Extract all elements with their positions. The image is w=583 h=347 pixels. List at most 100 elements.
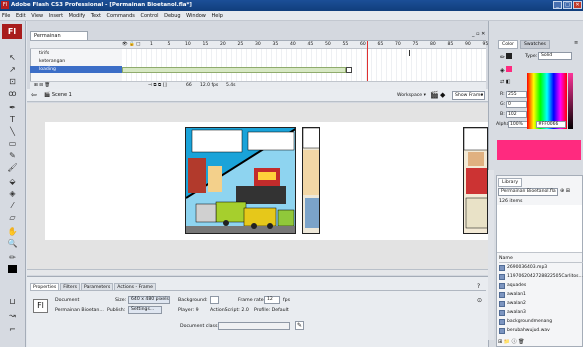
close-icon[interactable]: ✕ (573, 1, 582, 9)
sound-icon (499, 328, 505, 334)
library-footer-icons[interactable]: ⊞ 📁 ⓘ 🗑 (498, 338, 525, 345)
settings-button[interactable]: Settings... (128, 306, 162, 314)
menu-window[interactable]: Window (184, 11, 208, 21)
alpha-input[interactable]: 100% (508, 121, 529, 128)
fill-color-icon[interactable] (6, 265, 19, 275)
library-item[interactable]: backgroundmenang (498, 318, 582, 326)
library-doc-select[interactable]: Permainan Bioetanol.fla (498, 188, 558, 196)
smooth-icon[interactable]: ↝ (6, 311, 19, 321)
frame-grid[interactable] (122, 49, 486, 81)
library-item[interactable]: awalan1 (498, 291, 582, 299)
eyedropper-tool-icon[interactable]: ⁄ (6, 201, 19, 211)
library-item[interactable]: awalan3 (498, 309, 582, 317)
g-input[interactable]: 0 (506, 101, 527, 108)
menu-edit[interactable]: Edit (14, 11, 28, 21)
zoom-select[interactable]: Show Frame ▾ (452, 91, 485, 100)
brush-tool-icon[interactable]: 🖌 (6, 163, 19, 173)
background-color-swatch[interactable] (210, 296, 219, 304)
tab-library[interactable]: Library (498, 178, 523, 187)
swap-colors-icon[interactable]: ⇄ ◧ (500, 79, 511, 85)
edit-scene-icon[interactable]: 🎬 (430, 91, 439, 99)
tab-swatches[interactable]: Swatches (520, 40, 550, 49)
help-icon[interactable]: ? (477, 283, 480, 290)
back-icon[interactable]: ⇦ (31, 91, 37, 99)
comic-panel-third[interactable] (463, 127, 488, 234)
paint-bucket-tool-icon[interactable]: ◈ (6, 189, 19, 199)
tab-color[interactable]: Color (498, 40, 518, 49)
library-item[interactable]: awalan2 (498, 300, 582, 308)
frame-number: 10 (185, 42, 191, 47)
workspace-button[interactable]: Workspace ▾ (397, 92, 426, 100)
layer-keterangan[interactable]: keterangan (30, 58, 122, 65)
layer-visibility-icons[interactable]: 👁 🔒 □ (122, 42, 140, 47)
frame-number: 55 (342, 42, 349, 47)
playhead[interactable] (367, 41, 368, 83)
document-name: Permainan Bioetan... (55, 308, 104, 313)
library-item[interactable]: 1197062042728822505Carlitos... (498, 273, 583, 281)
document-tab[interactable]: Permainan Bioetanol.fla* (30, 31, 88, 47)
menu-file[interactable]: File (0, 11, 12, 21)
panel-menu-icon[interactable]: ≡ (574, 40, 578, 46)
library-item[interactable]: berubahwujud.wav (498, 327, 582, 335)
frame-number: 35 (272, 42, 279, 47)
edit-symbols-icon[interactable]: ◆ (440, 91, 445, 99)
layer-tirifs[interactable]: tirifs (30, 50, 122, 57)
type-select[interactable]: Solid (538, 52, 572, 60)
pencil-tool-icon[interactable]: ✎ (6, 151, 19, 161)
symbol-icon (499, 301, 505, 307)
free-transform-tool-icon[interactable]: ⊡ (6, 77, 19, 87)
maximize-icon[interactable]: □ (563, 1, 572, 9)
layer-loading[interactable]: loading (30, 66, 122, 73)
edit-class-icon[interactable]: ✎ (295, 321, 304, 330)
size-button[interactable]: 640 x 480 pixels (128, 296, 170, 304)
hand-tool-icon[interactable]: ✋ (6, 227, 19, 237)
rectangle-tool-icon[interactable]: ▭ (6, 139, 19, 149)
stage-horizontal-scrollbar[interactable] (27, 269, 488, 275)
pen-tool-icon[interactable]: ✒ (6, 103, 19, 113)
text-tool-icon[interactable]: T (6, 115, 19, 125)
menu-control[interactable]: Control (138, 11, 160, 21)
panel-scrollbar[interactable] (488, 170, 494, 340)
loading-keyframe-span[interactable] (122, 67, 346, 73)
menu-view[interactable]: View (29, 11, 45, 21)
menu-modify[interactable]: Modify (67, 11, 88, 21)
keyframe-end[interactable] (346, 67, 352, 73)
comic-panel-main[interactable] (185, 127, 296, 234)
scene-breadcrumb[interactable]: 🎬 Scene 1 (44, 91, 72, 100)
library-item[interactable]: 2690036403.mp3 (498, 264, 582, 272)
library-name-header[interactable]: Name (499, 255, 583, 263)
minimize-icon[interactable]: _ (553, 1, 562, 9)
menu-help[interactable]: Help (209, 11, 224, 21)
subselection-tool-icon[interactable]: ↗ (6, 65, 19, 75)
menu-text[interactable]: Text (89, 11, 103, 21)
zoom-tool-icon[interactable]: 🔍 (6, 239, 19, 249)
menu-debug[interactable]: Debug (162, 11, 182, 21)
selection-tool-icon[interactable]: ↖ (6, 53, 19, 63)
frame-ruler[interactable]: 1 5 10 15 20 25 30 35 40 45 50 55 60 65 70 75 80 85 90 95 (150, 41, 488, 49)
library-item[interactable]: aquades (498, 282, 582, 290)
stroke-color-picker-icon[interactable]: ✏ (500, 53, 513, 61)
ink-bottle-tool-icon[interactable]: ⬙ (6, 177, 19, 187)
r-input[interactable]: 255 (506, 91, 527, 98)
stroke-color-icon[interactable]: ✏ (6, 253, 19, 263)
b-input[interactable]: 102 (506, 111, 527, 118)
comic-panel-second[interactable] (302, 127, 320, 234)
tirifs-keyframe-end[interactable] (392, 50, 410, 56)
profile-label: Profile: Default (254, 308, 289, 313)
timeline-window-controls[interactable]: _ ▫ ✕ (472, 31, 485, 37)
framerate-input[interactable]: 12 (264, 296, 280, 304)
straighten-icon[interactable]: ⌐ (6, 325, 19, 335)
menu-commands[interactable]: Commands (105, 11, 137, 21)
fill-color-picker-icon[interactable]: ◈ (500, 66, 512, 74)
lasso-tool-icon[interactable]: ꝏ (6, 89, 19, 99)
expand-icon[interactable]: ⊙ (477, 297, 482, 304)
snap-icon[interactable]: ⊔ (6, 297, 19, 307)
r-label: R: (500, 92, 505, 97)
hex-input[interactable]: #FF0066 (536, 121, 566, 128)
docclass-input[interactable] (218, 322, 290, 330)
eraser-tool-icon[interactable]: ▱ (6, 213, 19, 223)
line-tool-icon[interactable]: ╲ (6, 127, 19, 137)
menu-insert[interactable]: Insert (47, 11, 65, 21)
brightness-slider[interactable] (568, 73, 573, 129)
pin-icon[interactable]: ⊕ ⊞ (560, 188, 570, 194)
